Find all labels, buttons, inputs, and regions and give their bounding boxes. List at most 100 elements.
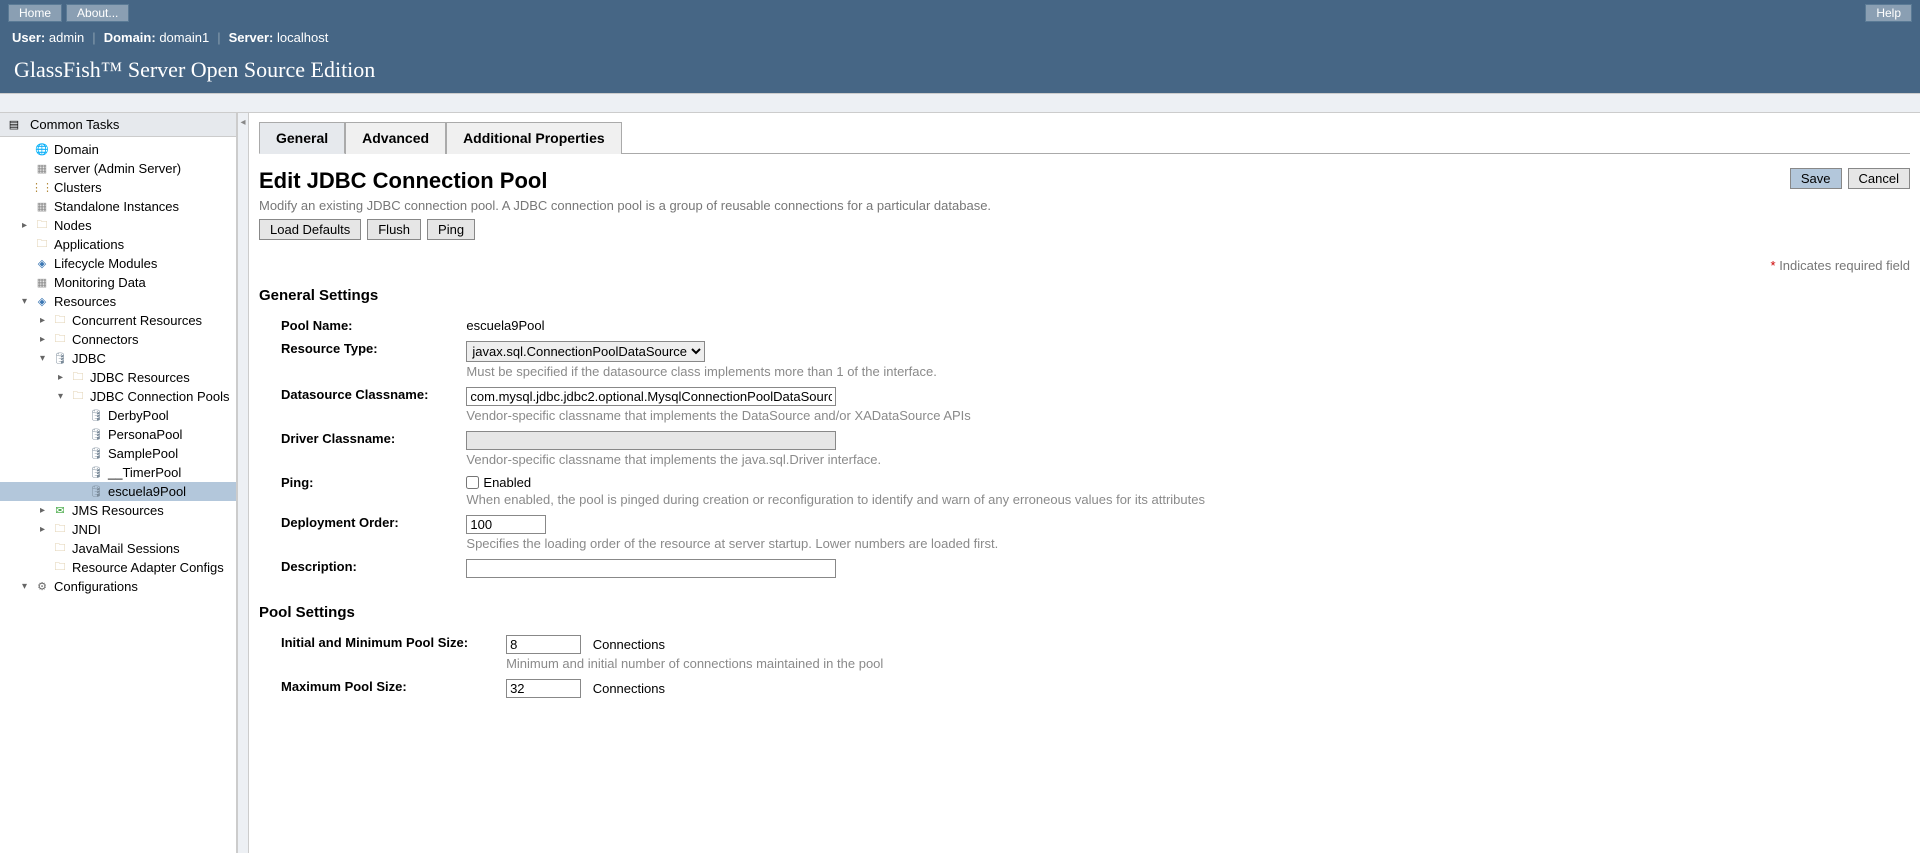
ping-enabled-checkbox[interactable] [466,476,479,489]
db-icon: 🛢 [52,352,68,366]
tree-item[interactable]: ▸🗀Nodes [0,216,236,235]
resource-type-select[interactable]: javax.sql.ConnectionPoolDataSource [466,341,705,362]
tree-item[interactable]: 🌐Domain [0,140,236,159]
userinfo-bar: User: admin | Domain: domain1 | Server: … [0,26,1920,49]
tree-item-label: JDBC Connection Pools [90,389,229,404]
db-icon: 🛢 [88,466,104,480]
tree-item[interactable]: ▸🗀 Connectors [0,330,236,349]
deployment-order-input[interactable] [466,515,546,534]
tree-item[interactable]: 🛢 escuela9Pool [0,482,236,501]
max-pool-size-input[interactable] [506,679,581,698]
tab-general[interactable]: General [259,122,345,154]
tree-toggle-icon[interactable]: ▾ [22,581,32,592]
general-settings-table: Pool Name: escuela9Pool Resource Type: j… [273,314,1213,582]
cube-icon: ◈ [34,257,50,271]
tree-toggle-icon[interactable]: ▸ [22,220,32,231]
initial-pool-size-label: Initial and Minimum Pool Size: [273,631,498,675]
tab-advanced[interactable]: Advanced [345,122,446,154]
tree-toggle-icon[interactable]: ▾ [22,296,32,307]
tree-toggle-icon[interactable]: ▸ [40,315,50,326]
datasource-classname-input[interactable] [466,387,836,406]
tree-item-label: JavaMail Sessions [72,541,180,556]
tree: 🌐Domain▦server (Admin Server)⋮⋮Clusters▦… [0,137,236,599]
home-button[interactable]: Home [8,4,62,22]
folder-icon: 🗀 [52,333,68,347]
max-pool-size-label: Maximum Pool Size: [273,675,498,702]
flush-button[interactable]: Flush [367,219,421,240]
server-icon: ▦ [34,162,50,176]
sidebar-title: ▤ Common Tasks [0,113,236,137]
tree-item-label: Configurations [54,579,138,594]
folder-icon: 🗀 [70,371,86,385]
tree-item[interactable]: 🗀JavaMail Sessions [0,539,236,558]
load-defaults-button[interactable]: Load Defaults [259,219,361,240]
db-icon: 🛢 [88,485,104,499]
cube-icon: ◈ [34,295,50,309]
tree-item-label: SamplePool [108,446,178,461]
tree-item[interactable]: 🛢PersonaPool [0,425,236,444]
db-icon: 🛢 [88,428,104,442]
description-label: Description: [273,555,458,582]
tree-item[interactable]: 🗀Applications [0,235,236,254]
initial-pool-size-unit: Connections [593,637,665,652]
cancel-button[interactable]: Cancel [1848,168,1910,189]
page-action-row: Load Defaults Flush Ping [259,219,991,240]
tree-item-label: JNDI [72,522,101,537]
tree-item-label: escuela9Pool [108,484,186,499]
tree-item[interactable]: ▾⚙ Configurations [0,577,236,596]
splitter[interactable]: ◂ [237,113,249,853]
folder-icon: 🗀 [70,390,86,404]
tree-item[interactable]: ◈Lifecycle Modules [0,254,236,273]
tree-item[interactable]: ▾◈Resources [0,292,236,311]
tree-toggle-icon[interactable]: ▸ [40,505,50,516]
tab-additional-properties[interactable]: Additional Properties [446,122,622,154]
tree-item[interactable]: 🛢__TimerPool [0,463,236,482]
server-icon: ▦ [34,200,50,214]
resource-type-label: Resource Type: [273,337,458,383]
tree-item[interactable]: ▾🛢JDBC [0,349,236,368]
tree-toggle-icon[interactable]: ▾ [58,391,68,402]
tree-item[interactable]: 🛢SamplePool [0,444,236,463]
save-button[interactable]: Save [1790,168,1842,189]
tasks-icon: ▤ [6,118,22,132]
header-bar: Home About... Help User: admin | Domain:… [0,0,1920,93]
tree-item[interactable]: ▦Standalone Instances [0,197,236,216]
initial-pool-size-input[interactable] [506,635,581,654]
tree-item[interactable]: ▸🗀 JNDI [0,520,236,539]
tree-item-label: DerbyPool [108,408,169,423]
ping-button[interactable]: Ping [427,219,475,240]
top-right-buttons: Help [1865,4,1912,22]
db-icon: 🛢 [88,409,104,423]
tree-item[interactable]: ⋮⋮Clusters [0,178,236,197]
conf-icon: ⚙ [34,580,50,594]
tree-item[interactable]: ▦Monitoring Data [0,273,236,292]
driver-classname-hint: Vendor-specific classname that implement… [466,452,1205,467]
tree-toggle-icon[interactable]: ▸ [40,334,50,345]
tree-item-label: server (Admin Server) [54,161,181,176]
main: General Advanced Additional Properties E… [249,113,1920,853]
help-button[interactable]: Help [1865,4,1912,22]
tree-item[interactable]: 🛢 DerbyPool [0,406,236,425]
tree-item[interactable]: ▸🗀JDBC Resources [0,368,236,387]
deployment-order-hint: Specifies the loading order of the resou… [466,536,1205,551]
tree-item[interactable]: ▾🗀 JDBC Connection Pools [0,387,236,406]
tree-item[interactable]: ▸🗀Concurrent Resources [0,311,236,330]
tree-toggle-icon[interactable]: ▾ [40,353,50,364]
tree-item-label: Applications [54,237,124,252]
tree-item[interactable]: ▸✉JMS Resources [0,501,236,520]
about-button[interactable]: About... [66,4,129,22]
tree-item-label: Resource Adapter Configs [72,560,224,575]
folder-icon: 🗀 [52,523,68,537]
tree-item[interactable]: 🗀Resource Adapter Configs [0,558,236,577]
pool-name-label: Pool Name: [273,314,458,337]
max-pool-size-unit: Connections [593,681,665,696]
sidebar-title-label: Common Tasks [30,117,119,132]
tree-toggle-icon[interactable]: ▸ [40,524,50,535]
tree-item-label: Nodes [54,218,92,233]
tree-item-label: Connectors [72,332,138,347]
description-input[interactable] [466,559,836,578]
tree-item[interactable]: ▦ server (Admin Server) [0,159,236,178]
user-label: User: [12,30,45,45]
tree-toggle-icon[interactable]: ▸ [58,372,68,383]
domain-value: domain1 [159,30,209,45]
